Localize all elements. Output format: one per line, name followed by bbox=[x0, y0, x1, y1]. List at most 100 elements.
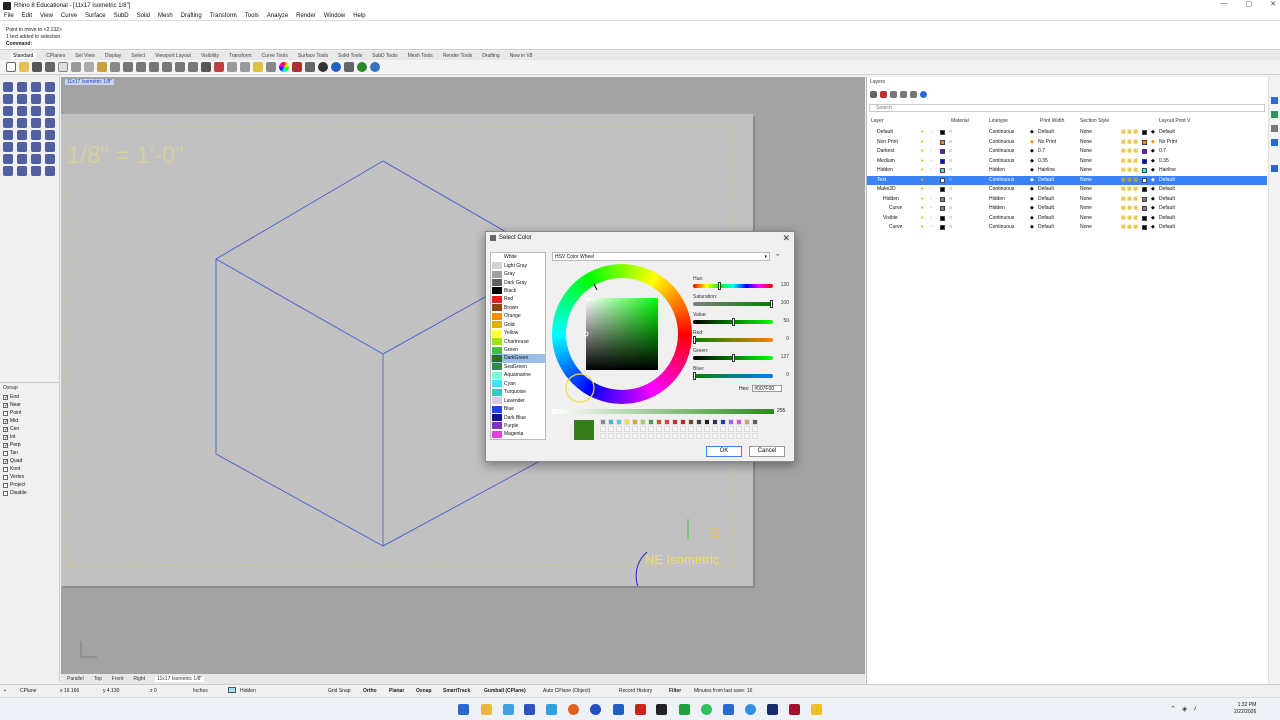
photoshop-icon[interactable] bbox=[767, 704, 778, 715]
red-thumb[interactable] bbox=[693, 336, 696, 344]
palette-cell[interactable] bbox=[744, 419, 750, 425]
whatsapp-icon[interactable] bbox=[701, 704, 712, 715]
green-thumb[interactable] bbox=[731, 354, 735, 362]
palette-cell[interactable] bbox=[656, 433, 662, 439]
layout-print-color-icon[interactable]: ◆ bbox=[1151, 147, 1155, 156]
tab-surface-tools[interactable]: Surface Tools bbox=[298, 53, 328, 59]
osnap-checkbox[interactable] bbox=[3, 482, 8, 488]
palette-cell[interactable] bbox=[664, 419, 670, 425]
palette-cell[interactable] bbox=[736, 419, 742, 425]
color-list-item[interactable]: Chartreuse bbox=[491, 337, 545, 346]
material-icon[interactable]: ○ bbox=[949, 223, 952, 232]
color-wheel-icon[interactable] bbox=[279, 62, 289, 72]
osnap-item[interactable]: ✓ Near bbox=[3, 401, 60, 409]
osnap-checkbox[interactable]: ✓ bbox=[3, 402, 8, 408]
menu-analyze[interactable]: Analyze bbox=[267, 13, 288, 19]
rhino-taskbar-icon[interactable] bbox=[656, 704, 667, 715]
text-tool-icon[interactable] bbox=[3, 166, 13, 176]
material-icon[interactable]: ○ bbox=[949, 128, 952, 137]
material-icon[interactable]: ○ bbox=[949, 204, 952, 213]
layer-row[interactable]: Text ♦ ▫ ○ Continuous ◆ Default None ▦ ▦ ▦ ◆ Defau… bbox=[867, 175, 1267, 185]
layout-color-swatch[interactable] bbox=[1142, 206, 1147, 211]
palette-cell[interactable] bbox=[600, 433, 606, 439]
grid-icon[interactable] bbox=[201, 62, 211, 72]
snapshot-icon[interactable] bbox=[344, 62, 354, 72]
print-color-icon[interactable]: ◆ bbox=[1030, 223, 1034, 232]
move-down-icon[interactable] bbox=[900, 91, 907, 98]
status-units[interactable]: Inches bbox=[193, 688, 208, 694]
value-thumb[interactable] bbox=[731, 318, 735, 326]
tab-new-in-v8[interactable]: New in V8 bbox=[510, 53, 533, 59]
osnap-item[interactable]: ✓ Quad bbox=[3, 457, 60, 465]
help-icon[interactable] bbox=[370, 62, 380, 72]
offset-tool-icon[interactable] bbox=[45, 106, 55, 116]
layout-color-swatch[interactable] bbox=[1142, 187, 1147, 192]
menu-help[interactable]: Help bbox=[353, 13, 365, 19]
layer-color-swatch[interactable] bbox=[940, 158, 945, 164]
visibility-icon[interactable]: ♦ bbox=[921, 214, 924, 223]
tab-set-view[interactable]: Set View bbox=[75, 53, 95, 59]
paste-icon[interactable] bbox=[97, 62, 107, 72]
osnap-item[interactable]: ✓ Perp bbox=[3, 441, 60, 449]
layout-print-color-icon[interactable]: ◆ bbox=[1151, 185, 1155, 194]
col-linetype[interactable]: Linetype bbox=[989, 118, 1008, 124]
surface-tool-icon[interactable] bbox=[3, 118, 13, 128]
word-icon[interactable] bbox=[723, 704, 734, 715]
palette-cell[interactable] bbox=[616, 426, 622, 432]
color-list-item[interactable]: Green bbox=[491, 346, 545, 354]
layer-color-swatch[interactable] bbox=[940, 149, 945, 154]
palette-cell[interactable] bbox=[688, 419, 694, 425]
cylinder-tool-icon[interactable] bbox=[45, 118, 55, 128]
mail-icon[interactable] bbox=[524, 704, 535, 715]
layout-visibility-icons[interactable]: ▦ ▦ ▦ bbox=[1121, 176, 1138, 185]
osnap-checkbox[interactable] bbox=[3, 466, 8, 472]
tab-visibility[interactable]: Visibility bbox=[201, 53, 219, 59]
visibility-icon[interactable]: ♦ bbox=[921, 204, 924, 213]
custom-color-palette[interactable] bbox=[600, 419, 759, 439]
osnap-item[interactable]: Knot bbox=[3, 465, 60, 473]
palette-cell[interactable] bbox=[752, 426, 758, 432]
new-layer-icon[interactable] bbox=[870, 91, 877, 98]
tab-curve-tools[interactable]: Curve Tools bbox=[262, 53, 288, 59]
line-tool-icon[interactable] bbox=[31, 82, 41, 92]
palette-cell[interactable] bbox=[600, 419, 606, 425]
layer-color-swatch[interactable] bbox=[940, 187, 945, 192]
osnap-item[interactable]: ✓ End bbox=[3, 393, 60, 401]
filter-toggle[interactable]: Filter bbox=[669, 688, 681, 694]
check-tool-icon[interactable] bbox=[45, 166, 55, 176]
layout-print-color-icon[interactable]: ◆ bbox=[1151, 223, 1155, 232]
tab-subd-tools[interactable]: SubD Tools bbox=[372, 53, 397, 59]
col-layer[interactable]: Layer bbox=[871, 118, 884, 124]
scale-tool-icon[interactable] bbox=[3, 154, 13, 164]
visibility-icon[interactable]: ♦ bbox=[921, 185, 924, 194]
green-value[interactable]: 127 bbox=[781, 354, 789, 360]
layout-visibility-icons[interactable]: ▦ ▦ ▦ bbox=[1121, 223, 1138, 232]
layer-color-swatch[interactable] bbox=[940, 196, 945, 202]
red-slider[interactable]: Red: 0 bbox=[693, 330, 789, 348]
palette-cell[interactable] bbox=[728, 419, 734, 425]
lock-icon[interactable]: ▫ bbox=[930, 195, 932, 204]
tab-viewport-layout[interactable]: Viewport Layout bbox=[155, 53, 191, 59]
layer-row[interactable]: Curve ♦ ▫ ○ Continuous ◆ Default None ▦ ▦ ▦ ◆ Defa… bbox=[867, 223, 1267, 233]
maximize-button[interactable]: ▢ bbox=[1246, 0, 1253, 8]
network-icon[interactable]: ◈ bbox=[1182, 705, 1187, 713]
blue-slider[interactable]: Blue: 0 bbox=[693, 366, 789, 384]
move-tool-icon[interactable] bbox=[31, 142, 41, 152]
outlook-icon[interactable] bbox=[613, 704, 624, 715]
lock-icon[interactable] bbox=[266, 62, 276, 72]
palette-cell[interactable] bbox=[736, 426, 742, 432]
palette-cell[interactable] bbox=[640, 426, 646, 432]
color-list-item[interactable]: Magenta bbox=[491, 430, 545, 438]
saturation-slider[interactable]: Saturation: 100 bbox=[693, 294, 789, 312]
ortho-toggle[interactable]: Ortho bbox=[363, 688, 377, 694]
osnap-checkbox[interactable]: ✓ bbox=[3, 458, 8, 464]
select-arrow-icon[interactable] bbox=[3, 82, 13, 92]
tab-layout-11x17[interactable]: 11x17 Isometric 1/8" bbox=[155, 676, 205, 682]
layout-color-swatch[interactable] bbox=[1142, 130, 1147, 135]
palette-cell[interactable] bbox=[648, 433, 654, 439]
print-color-icon[interactable]: ◆ bbox=[1030, 166, 1034, 175]
layers-tab-icon[interactable] bbox=[1271, 111, 1278, 118]
col-section-style[interactable]: Section Style bbox=[1080, 118, 1109, 124]
palette-cell[interactable] bbox=[632, 433, 638, 439]
save-icon[interactable] bbox=[32, 62, 42, 72]
